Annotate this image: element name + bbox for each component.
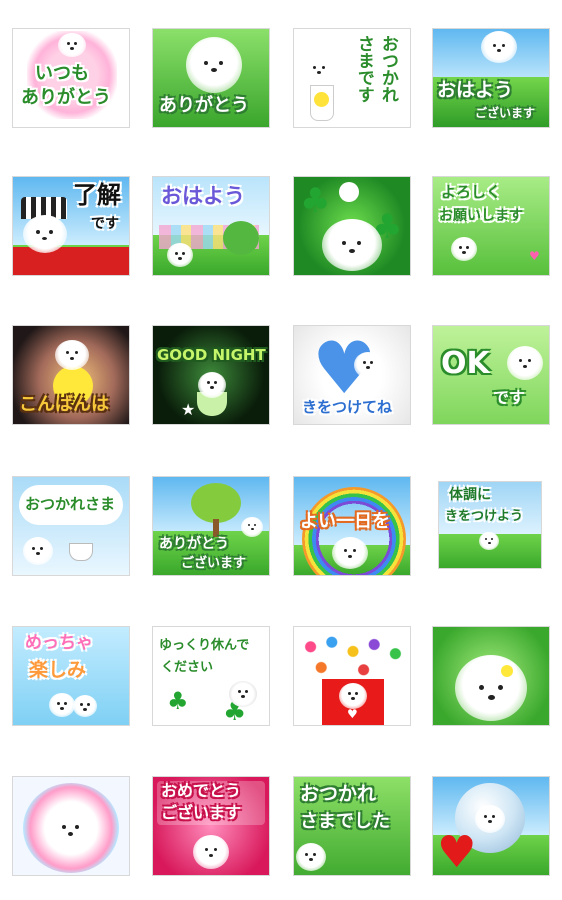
- sticker-tile[interactable]: ♥: [293, 626, 411, 726]
- sticker-text-line: ありがとう: [159, 95, 249, 116]
- puppy: [507, 346, 543, 380]
- puppy: [451, 237, 477, 261]
- puppy: [73, 695, 97, 717]
- sticker-text-line: 楽しみ: [29, 659, 87, 681]
- red-car: [13, 247, 129, 275]
- puppy: [455, 655, 527, 721]
- sticker-text-line: おはよう: [161, 184, 245, 208]
- sticker-tile[interactable]: おめでとう ございます: [152, 776, 270, 876]
- sticker-text-line: おはよう: [437, 79, 514, 101]
- sticker-tile[interactable]: よい一日を: [293, 476, 411, 576]
- sticker-tile[interactable]: おつかれ さまです: [293, 28, 411, 128]
- sticker-tile[interactable]: めっちゃ 楽しみ: [12, 626, 130, 726]
- puppy: [186, 37, 242, 93]
- puppy: [49, 693, 75, 717]
- sticker-tile[interactable]: ♥ きをつけてね: [293, 325, 411, 425]
- sticker-text-line: ありがとう: [21, 87, 111, 108]
- sticker-text-line: よい一日を: [300, 511, 390, 532]
- puppy: [198, 372, 226, 398]
- sticker-text-line: おつかれ: [300, 783, 377, 805]
- puppy: [481, 31, 517, 63]
- clover-icon: ♣: [300, 181, 331, 221]
- puppy: [193, 835, 229, 869]
- puppy: [167, 243, 193, 267]
- puppy: [58, 33, 86, 57]
- sticker-text-line: ございます: [181, 556, 247, 571]
- tree-trunk: [213, 519, 219, 537]
- sticker-text-line: OK: [441, 346, 490, 381]
- sticker-text-line: お願いします: [439, 208, 523, 224]
- heart-icon: ♥: [347, 707, 358, 721]
- puppy: [354, 352, 382, 378]
- sticker-tile[interactable]: おつかれさま: [12, 476, 130, 576]
- puppy: [55, 340, 89, 370]
- sticker-tile[interactable]: 体調に きをつけよう: [438, 481, 542, 569]
- puppy: [475, 805, 505, 833]
- sticker-text-line: です: [493, 388, 526, 407]
- sticker-tile[interactable]: [12, 776, 130, 876]
- sticker-tile[interactable]: GOOD NIGHT ★: [152, 325, 270, 425]
- sticker-tile[interactable]: おはよう: [152, 176, 270, 276]
- sticker-tile[interactable]: 了解 です: [12, 176, 130, 276]
- tree: [223, 221, 259, 255]
- heart-icon: ♥: [529, 249, 540, 263]
- sticker-tile[interactable]: [432, 626, 550, 726]
- sticker-text-line: ゆっくり休んで: [159, 638, 250, 653]
- sticker-text-line: おめでとう: [161, 781, 242, 800]
- sticker-text-line: 体調に: [449, 487, 491, 503]
- puppy: [47, 807, 95, 851]
- tea-cup: [310, 85, 334, 121]
- sticker-text-line: ありがとう: [159, 536, 229, 552]
- puppy: [296, 843, 326, 871]
- puppy: [241, 517, 263, 537]
- sticker-grid: いつも ありがとう ありがとう おつかれ さまです おはよう ございます 了解 …: [0, 0, 562, 900]
- sticker-tile[interactable]: こんばんは: [12, 325, 130, 425]
- sticker-tile[interactable]: ゆっくり休んで ください ♣ ♣: [152, 626, 270, 726]
- puppy: [332, 537, 368, 569]
- clover-icon: ♣: [167, 687, 189, 715]
- sticker-tile[interactable]: よろしく お願いします ♥: [432, 176, 550, 276]
- sticker-tile[interactable]: ♥: [432, 776, 550, 876]
- sticker-tile[interactable]: OK です: [432, 325, 550, 425]
- puppy: [339, 683, 367, 709]
- sticker-text-line: さまでした: [300, 811, 390, 832]
- sticker-tile[interactable]: ありがとう: [152, 28, 270, 128]
- sticker-text-line: です: [91, 216, 119, 232]
- white-flower-icon: [501, 665, 513, 677]
- tea-cup: [69, 543, 93, 561]
- star-icon: ★: [181, 400, 196, 419]
- sticker-text-line: おつかれ: [377, 35, 398, 103]
- sticker-text-line: さまです: [353, 35, 374, 103]
- puppy: [322, 219, 382, 271]
- sticker-text-line: ございます: [161, 803, 242, 822]
- sticker-text-line: いつも: [35, 63, 89, 84]
- sticker-tile[interactable]: いつも ありがとう: [12, 28, 130, 128]
- puppy: [23, 215, 67, 253]
- puppy: [479, 532, 499, 550]
- sticker-tile[interactable]: ♣ ♣: [293, 176, 411, 276]
- sticker-text-line: おつかれさま: [25, 495, 116, 513]
- sticker-text-line: めっちゃ: [25, 633, 93, 653]
- sticker-tile[interactable]: おつかれ さまでした: [293, 776, 411, 876]
- sticker-text-line: 了解: [73, 181, 121, 209]
- puppy: [229, 681, 257, 707]
- sticker-text-line: よろしく: [441, 183, 502, 201]
- sticker-text-line: GOOD NIGHT: [157, 346, 266, 364]
- sticker-text-line: こんばんは: [19, 394, 109, 415]
- heart-icon: ♥: [437, 827, 477, 876]
- sticker-text-line: ございます: [475, 106, 536, 120]
- puppy: [302, 55, 336, 85]
- white-flower-icon: [342, 185, 356, 199]
- puppy: [23, 537, 53, 565]
- tree: [191, 483, 241, 523]
- sticker-text-line: きをつけてね: [302, 398, 393, 416]
- candy-confetti: [300, 633, 406, 679]
- gift-box: ♥: [322, 679, 384, 725]
- sticker-tile[interactable]: おはよう ございます: [432, 28, 550, 128]
- sticker-tile[interactable]: ありがとう ございます: [152, 476, 270, 576]
- sticker-text-line: きをつけよう: [445, 509, 524, 524]
- sticker-text-line: ください: [161, 660, 214, 675]
